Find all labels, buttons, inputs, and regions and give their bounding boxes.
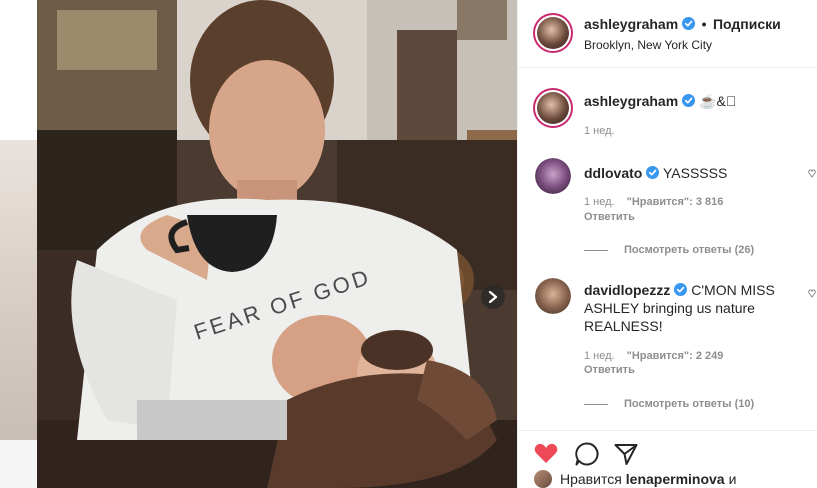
view-replies-line xyxy=(584,403,608,405)
verified-icon xyxy=(646,166,660,179)
share-icon[interactable] xyxy=(613,441,639,467)
author-avatar[interactable] xyxy=(533,13,573,53)
comment-icon[interactable] xyxy=(574,441,600,467)
comment-text-row: ddlovato YASSSSS xyxy=(584,164,810,182)
follow-separator: • xyxy=(701,16,707,32)
comment-item: ddlovato YASSSSS 1 нед. "Нравится": 3 816… xyxy=(518,158,817,268)
comment-meta: 1 нед. "Нравится": 3 816 xyxy=(584,196,723,208)
caption-avatar[interactable] xyxy=(533,88,573,128)
comments-list: ashleygraham ☕&🏽 1 нед. ddlovato YASSSSS… xyxy=(518,68,817,428)
verified-icon xyxy=(674,283,688,296)
comment-like-icon[interactable] xyxy=(808,288,816,298)
liker-username[interactable]: lenaperminova xyxy=(626,471,725,487)
likes-prefix: Нравится xyxy=(560,471,622,487)
chevron-right-icon xyxy=(488,291,498,303)
post-side-panel: ashleygraham • Подписки Brooklyn, New Yo… xyxy=(517,0,817,488)
previous-post-image xyxy=(0,140,37,440)
author-username[interactable]: ashleygraham xyxy=(584,16,678,32)
comment-like-icon[interactable] xyxy=(808,168,816,178)
following-button[interactable]: Подписки xyxy=(713,16,781,32)
comment-time[interactable]: 1 нед. xyxy=(584,350,615,362)
verified-icon xyxy=(682,94,696,107)
comment-text-row: davidlopezzz C'MON MISS ASHLEY bringing … xyxy=(584,281,810,335)
previous-post-bottom xyxy=(0,440,37,488)
commenter-username[interactable]: davidlopezzz xyxy=(584,282,670,298)
caption-text: ☕&🏽 xyxy=(699,93,737,109)
commenter-avatar[interactable] xyxy=(535,158,571,194)
comment-text: YASSSSS xyxy=(662,165,728,181)
previous-post-white xyxy=(0,0,37,140)
liker-avatar[interactable] xyxy=(534,470,552,488)
view-replies-button[interactable]: Посмотреть ответы (26) xyxy=(584,244,754,256)
post-photo-illustration: FEAR OF GOD xyxy=(37,0,517,488)
post-header: ashleygraham • Подписки Brooklyn, New Yo… xyxy=(518,0,817,68)
caption-text-row: ashleygraham ☕&🏽 xyxy=(584,92,810,110)
previous-post-edge xyxy=(0,0,37,488)
comment-likes[interactable]: "Нравится": 3 816 xyxy=(627,196,724,208)
liked-by-row: Нравится lenaperminova и xyxy=(534,470,736,488)
view-replies-button[interactable]: Посмотреть ответы (10) xyxy=(584,398,754,410)
comment-time[interactable]: 1 нед. xyxy=(584,196,615,208)
post-location[interactable]: Brooklyn, New York City xyxy=(584,38,781,52)
header-title-row: ashleygraham • Подписки Brooklyn, New Yo… xyxy=(584,16,781,52)
comment-meta: 1 нед. "Нравится": 2 249 xyxy=(584,350,723,362)
view-replies-label: Посмотреть ответы (10) xyxy=(624,398,755,410)
comment-item: davidlopezzz C'MON MISS ASHLEY bringing … xyxy=(518,278,817,428)
heart-icon[interactable] xyxy=(533,441,559,467)
view-replies-label: Посмотреть ответы (26) xyxy=(624,244,755,256)
comment-reply-button[interactable]: Ответить xyxy=(584,364,635,376)
commenter-avatar-image xyxy=(535,158,571,194)
next-photo-button[interactable] xyxy=(481,285,505,309)
commenter-username[interactable]: ddlovato xyxy=(584,165,642,181)
commenter-avatar-image xyxy=(535,278,571,314)
commenter-avatar[interactable] xyxy=(535,278,571,314)
caption-username[interactable]: ashleygraham xyxy=(584,93,678,109)
verified-icon xyxy=(682,17,696,30)
comment-likes[interactable]: "Нравится": 2 249 xyxy=(627,350,724,362)
caption: ashleygraham ☕&🏽 1 нед. xyxy=(518,88,817,144)
post-photo[interactable]: FEAR OF GOD xyxy=(37,0,517,488)
view-replies-line xyxy=(584,249,608,251)
caption-avatar-image xyxy=(537,92,569,124)
author-avatar-image xyxy=(537,17,569,49)
likes-suffix: и xyxy=(728,471,737,487)
caption-time[interactable]: 1 нед. xyxy=(584,125,615,137)
comment-reply-button[interactable]: Ответить xyxy=(584,211,635,223)
